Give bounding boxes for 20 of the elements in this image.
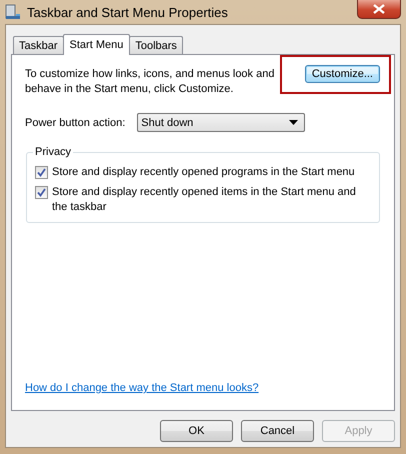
checkbox[interactable] [35, 186, 48, 199]
customize-button[interactable]: Customize... [304, 65, 380, 83]
tab[interactable]: Start Menu [62, 34, 130, 55]
dialog-button[interactable]: Cancel [241, 420, 314, 442]
close-button[interactable] [357, 0, 401, 19]
tab[interactable]: Toolbars [129, 36, 183, 54]
tab[interactable]: Taskbar [13, 36, 64, 54]
power-action-dropdown[interactable]: Shut down [137, 113, 306, 132]
checkbox[interactable] [35, 166, 48, 179]
dropdown-arrow-icon [289, 120, 298, 125]
power-button-label: Power button action: [25, 116, 126, 128]
checkbox-label[interactable]: Store and display recently opened programs in the Start menu [52, 165, 355, 180]
taskbar-app-icon [5, 4, 21, 20]
window-title: Taskbar and Start Menu Properties [27, 4, 228, 20]
close-icon [373, 4, 385, 14]
description-text: To customize how links, icons, and menus look and behave in the Start menu, click Customize. [25, 67, 276, 97]
help-link[interactable]: How do I change the way the Start menu looks? [25, 382, 259, 394]
group-title: Privacy [34, 146, 72, 158]
dialog-button[interactable]: OK [160, 420, 233, 442]
checkbox-label[interactable]: Store and display recently opened items in the Start menu and the taskbar [52, 185, 371, 215]
